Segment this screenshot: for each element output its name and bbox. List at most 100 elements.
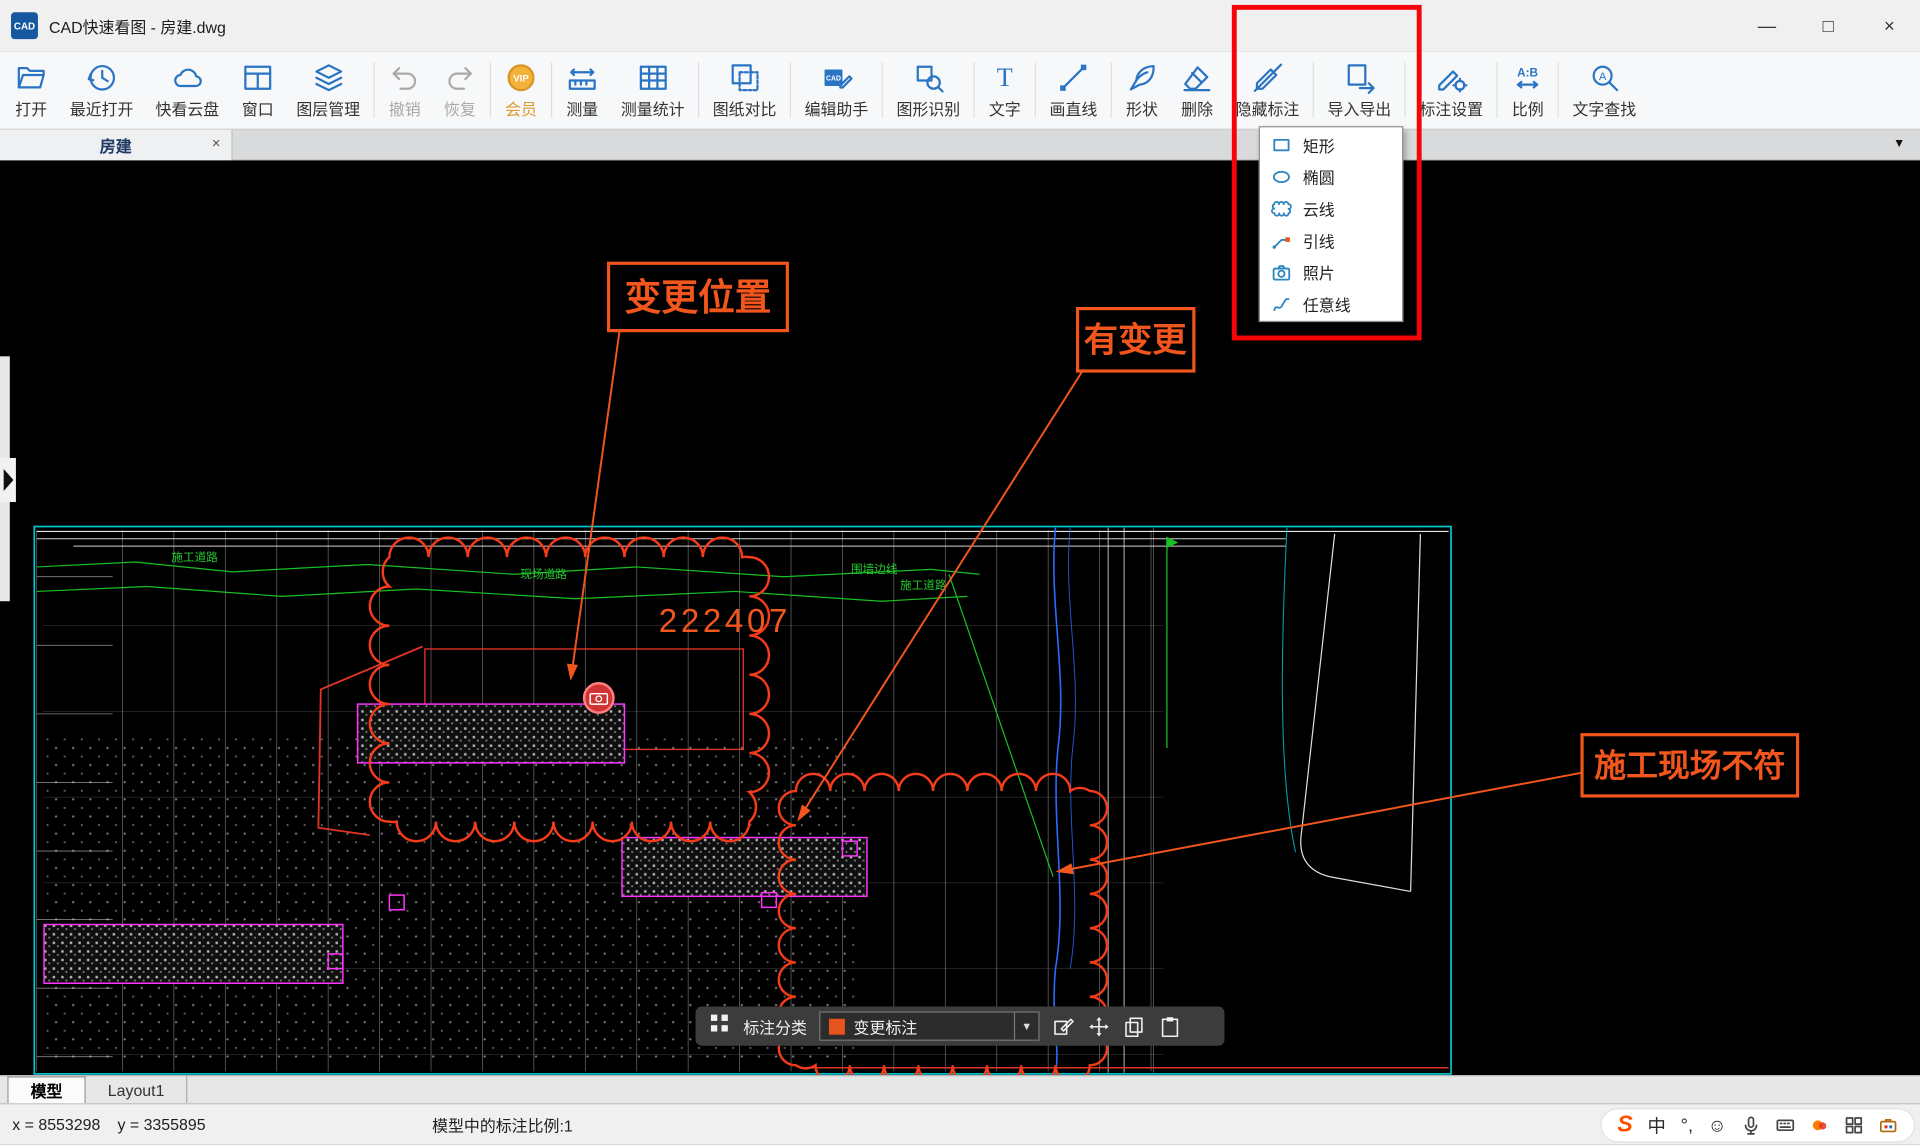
layout-tab-bar: 模型 Layout1 bbox=[0, 1075, 1920, 1103]
maximize-button[interactable]: □ bbox=[1798, 0, 1859, 51]
window-icon bbox=[241, 60, 274, 94]
emoji-icon[interactable]: ☺ bbox=[1708, 1115, 1727, 1136]
ellipse-icon bbox=[1271, 166, 1292, 187]
menu-item-photo[interactable]: 照片 bbox=[1260, 256, 1402, 288]
move-annotation-button[interactable] bbox=[1087, 1014, 1110, 1037]
toolbar-vip-button[interactable]: VIP 会员 bbox=[494, 51, 549, 128]
annotation-type-dropdown[interactable]: 变更标注 ▼ bbox=[819, 1011, 1039, 1040]
measure-ruler-icon bbox=[566, 60, 599, 94]
toolbar-text-search-button[interactable]: A 文字查找 bbox=[1561, 51, 1647, 128]
minimize-button[interactable]: — bbox=[1736, 0, 1797, 51]
toolbar-undo-button[interactable]: 撤销 bbox=[377, 51, 432, 128]
cursor-x-coordinate: x = 8553298 bbox=[12, 1116, 100, 1134]
ime-punctuation-toggle[interactable]: °, bbox=[1681, 1115, 1693, 1136]
leader-line-icon bbox=[1271, 230, 1292, 251]
toolbar-draw-line-button[interactable]: 画直线 bbox=[1039, 51, 1109, 128]
svg-text:现场道路: 现场道路 bbox=[520, 567, 567, 581]
document-tab-bar: 房建 × ▼ bbox=[0, 130, 1920, 161]
toolbar-open-button[interactable]: 打开 bbox=[4, 51, 59, 128]
app-window: CAD CAD快速看图 - 房建.dwg — □ × 打开 最近打开 快看云盘 … bbox=[0, 0, 1920, 1145]
drawing-compare-icon bbox=[728, 60, 761, 94]
toolbar-separator bbox=[698, 62, 699, 117]
menu-item-leader-line[interactable]: 引线 bbox=[1260, 224, 1402, 256]
toolbar-separator bbox=[882, 62, 883, 117]
cursor-y-coordinate: y = 3355895 bbox=[117, 1116, 205, 1134]
svg-text:施工道路: 施工道路 bbox=[171, 550, 218, 564]
road-lines bbox=[37, 531, 1449, 546]
toolbar-shape-button[interactable]: 形状 bbox=[1114, 51, 1169, 128]
skin-icon[interactable] bbox=[1810, 1116, 1830, 1136]
eraser-icon bbox=[1181, 60, 1214, 94]
copy-annotation-button[interactable] bbox=[1123, 1014, 1146, 1037]
apps-grid-icon[interactable] bbox=[1844, 1116, 1864, 1136]
freehand-line-icon bbox=[1271, 293, 1292, 314]
annotation-site-mismatch[interactable]: 施工现场不符 bbox=[1056, 735, 1798, 875]
toolbar-separator bbox=[1313, 62, 1314, 117]
document-tab-active[interactable]: 房建 × bbox=[0, 130, 233, 161]
menu-item-rectangle[interactable]: 矩形 bbox=[1260, 129, 1402, 161]
toolbar-drawing-compare-button[interactable]: 图纸对比 bbox=[702, 51, 788, 128]
photo-marker[interactable] bbox=[584, 683, 613, 712]
cloud-drive-icon bbox=[171, 60, 204, 94]
toolbar-annotation-settings-button[interactable]: 标注设置 bbox=[1408, 51, 1494, 128]
toolbar-separator bbox=[1558, 62, 1559, 117]
menu-item-freehand-line[interactable]: 任意线 bbox=[1260, 288, 1402, 320]
toolbar-measure-button[interactable]: 测量 bbox=[555, 51, 610, 128]
svg-text:变更位置: 变更位置 bbox=[625, 277, 772, 318]
undo-icon bbox=[388, 60, 421, 94]
drawing-canvas[interactable]: 施工道路 现场道路 围墙边线 施工道路 变更位置 bbox=[0, 160, 1920, 1075]
main-toolbar: 打开 最近打开 快看云盘 窗口 图层管理 撤销 恢复 VIP bbox=[0, 51, 1920, 129]
svg-text:A: A bbox=[1599, 70, 1607, 82]
toolbar-redo-button[interactable]: 恢复 bbox=[432, 51, 487, 128]
vip-badge-icon: VIP bbox=[505, 60, 538, 94]
toolbar-cloud-drive-button[interactable]: 快看云盘 bbox=[145, 51, 231, 128]
toolbar-scale-button[interactable]: A:B 比例 bbox=[1500, 51, 1555, 128]
annotation-settings-icon bbox=[1435, 60, 1468, 94]
toolbar-measure-stats-button[interactable]: 测量统计 bbox=[610, 51, 696, 128]
toolbar-hide-annotation-button[interactable]: 隐藏标注 bbox=[1225, 51, 1311, 128]
open-folder-icon bbox=[15, 60, 48, 94]
left-panel-handle[interactable] bbox=[0, 356, 16, 601]
tab-close-icon[interactable]: × bbox=[212, 135, 221, 152]
keyboard-icon[interactable] bbox=[1776, 1116, 1796, 1136]
green-road-labels: 施工道路 现场道路 围墙边线 施工道路 bbox=[171, 550, 946, 592]
annotation-category-label: 标注分类 bbox=[743, 1014, 807, 1037]
menu-item-revision-cloud[interactable]: 云线 bbox=[1260, 192, 1402, 224]
toolbar-delete-button[interactable]: 删除 bbox=[1170, 51, 1225, 128]
layout-tab-layout1[interactable]: Layout1 bbox=[86, 1076, 188, 1103]
svg-text:A:B: A:B bbox=[1517, 66, 1538, 79]
toolbar-window-button[interactable]: 窗口 bbox=[230, 51, 285, 128]
river-lines-blue bbox=[1054, 528, 1076, 1073]
toolbar-layers-button[interactable]: 图层管理 bbox=[285, 51, 371, 128]
input-method-bar: S 中 °, ☺ bbox=[1600, 1108, 1915, 1142]
paste-clipboard-icon bbox=[1158, 1014, 1181, 1037]
rectangle-icon bbox=[1271, 134, 1292, 155]
menu-item-ellipse[interactable]: 椭圆 bbox=[1260, 160, 1402, 192]
cyan-inner-curve bbox=[1282, 528, 1295, 852]
layout-tab-model[interactable]: 模型 bbox=[7, 1076, 85, 1103]
document-tab-label: 房建 bbox=[100, 133, 132, 156]
toolbar-recent-button[interactable]: 最近打开 bbox=[59, 51, 145, 128]
edit-assistant-icon: CAD bbox=[820, 60, 853, 94]
toolbar-separator bbox=[1111, 62, 1112, 117]
close-button[interactable]: × bbox=[1859, 0, 1920, 51]
ime-language-mode[interactable]: 中 bbox=[1648, 1112, 1666, 1138]
paste-annotation-button[interactable] bbox=[1158, 1014, 1181, 1037]
toolbar-import-export-button[interactable]: 导入导出 bbox=[1316, 51, 1402, 128]
toolbox-icon[interactable] bbox=[1878, 1116, 1898, 1136]
toolbar-text-button[interactable]: T 文字 bbox=[977, 51, 1032, 128]
annotation-number-note[interactable]: 222407 bbox=[659, 603, 791, 640]
sogou-logo-icon[interactable]: S bbox=[1617, 1112, 1633, 1139]
toolbar-shape-recognize-button[interactable]: 图形识别 bbox=[885, 51, 971, 128]
edit-pencil-icon bbox=[1052, 1014, 1075, 1037]
toolbar-edit-assistant-button[interactable]: CAD 编辑助手 bbox=[794, 51, 880, 128]
photo-camera-icon bbox=[1271, 261, 1292, 282]
cad-drawing[interactable]: 施工道路 现场道路 围墙边线 施工道路 变更位置 bbox=[0, 160, 1920, 1075]
toolbar-separator bbox=[551, 62, 552, 117]
dropdown-caret-icon[interactable]: ▼ bbox=[1014, 1013, 1038, 1040]
microphone-icon[interactable] bbox=[1741, 1116, 1761, 1136]
svg-text:CAD: CAD bbox=[826, 75, 841, 82]
edit-annotation-button[interactable] bbox=[1052, 1014, 1075, 1037]
tab-list-caret-icon[interactable]: ▼ bbox=[1893, 137, 1905, 150]
shape-recognize-icon bbox=[912, 60, 945, 94]
